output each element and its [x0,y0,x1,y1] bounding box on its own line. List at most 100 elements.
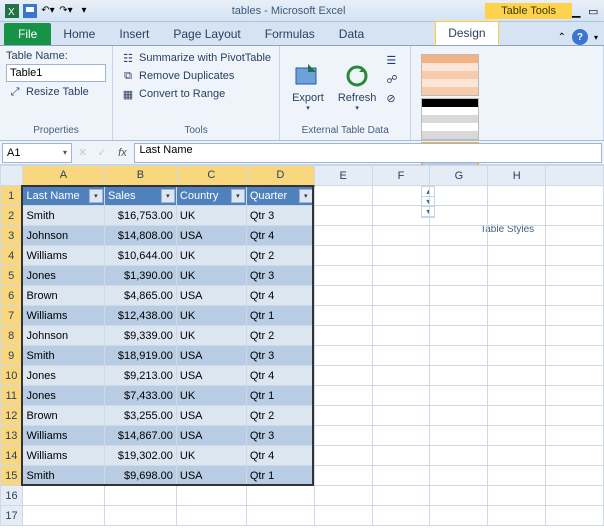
cell-quarter[interactable]: Qtr 2 [246,246,314,266]
cell-sales[interactable]: $4,865.00 [104,286,176,306]
col-header[interactable]: H [488,166,546,186]
cell-sales[interactable]: $9,213.00 [104,366,176,386]
grid[interactable]: A B C D E F G H 1 Last Name▾ Sales▾ Coun… [0,165,604,526]
cell-country[interactable]: USA [176,226,246,246]
table-column-header[interactable]: Quarter▾ [246,186,314,206]
tab-home[interactable]: Home [51,23,107,45]
col-header[interactable]: C [176,166,246,186]
row-header[interactable]: 2 [1,206,23,226]
cell-last-name[interactable]: Jones [22,386,104,406]
tab-page-layout[interactable]: Page Layout [161,23,252,45]
redo-icon[interactable]: ↷▾ [58,3,74,19]
cell-sales[interactable]: $16,753.00 [104,206,176,226]
cell-country[interactable]: USA [176,406,246,426]
help-icon[interactable]: ? [572,29,588,45]
cell-country[interactable]: UK [176,246,246,266]
row-header[interactable]: 8 [1,326,23,346]
minimize-ribbon-icon[interactable]: ⌃ [558,32,566,43]
row-header[interactable]: 1 [1,186,23,206]
cell-sales[interactable]: $18,919.00 [104,346,176,366]
cell-last-name[interactable]: Williams [22,446,104,466]
table-style-black[interactable] [421,98,479,140]
filter-dropdown-icon[interactable]: ▾ [231,189,245,203]
tab-formulas[interactable]: Formulas [253,23,327,45]
cell-country[interactable]: USA [176,346,246,366]
cell-country[interactable]: USA [176,366,246,386]
export-button[interactable]: Export▾ [286,50,330,123]
row-header[interactable]: 9 [1,346,23,366]
table-style-orange[interactable] [421,54,479,96]
cell-sales[interactable]: $12,438.00 [104,306,176,326]
col-header[interactable]: E [314,166,372,186]
cell-quarter[interactable]: Qtr 3 [246,266,314,286]
refresh-button[interactable]: Refresh▾ [332,50,383,123]
tab-data[interactable]: Data [327,23,376,45]
row-header[interactable]: 5 [1,266,23,286]
cell-quarter[interactable]: Qtr 2 [246,326,314,346]
cell-sales[interactable]: $14,867.00 [104,426,176,446]
cell-last-name[interactable]: Brown [22,406,104,426]
row-header[interactable]: 13 [1,426,23,446]
convert-to-range-button[interactable]: ▦Convert to Range [119,86,273,102]
cell-sales[interactable]: $14,808.00 [104,226,176,246]
filter-dropdown-icon[interactable]: ▾ [299,189,313,203]
row-header[interactable]: 16 [1,486,23,506]
cell-sales[interactable]: $19,302.00 [104,446,176,466]
cell-country[interactable]: UK [176,386,246,406]
row-header[interactable]: 4 [1,246,23,266]
cell-last-name[interactable]: Jones [22,266,104,286]
cell-sales[interactable]: $9,698.00 [104,466,176,486]
open-browser-icon[interactable]: ☍ [386,73,402,89]
save-icon[interactable] [22,3,38,19]
cancel-formula-icon[interactable]: ✕ [74,146,91,159]
cell-quarter[interactable]: Qtr 4 [246,446,314,466]
dropdown-icon[interactable]: ▾ [594,33,598,42]
cell-country[interactable]: UK [176,326,246,346]
row-header[interactable]: 17 [1,506,23,526]
cell-sales[interactable]: $7,433.00 [104,386,176,406]
remove-duplicates-button[interactable]: ⧉Remove Duplicates [119,68,273,84]
fx-icon[interactable]: fx [112,147,132,159]
row-header[interactable]: 7 [1,306,23,326]
formula-input[interactable]: Last Name [134,143,602,163]
cell-last-name[interactable]: Brown [22,286,104,306]
cell-sales[interactable]: $3,255.00 [104,406,176,426]
cell-quarter[interactable]: Qtr 2 [246,406,314,426]
col-header[interactable]: G [430,166,488,186]
cell-country[interactable]: USA [176,426,246,446]
tab-design[interactable]: Design [435,21,498,45]
filter-dropdown-icon[interactable]: ▾ [89,189,103,203]
unlink-icon[interactable]: ⊘ [386,92,402,108]
cell-last-name[interactable]: Johnson [22,226,104,246]
row-header[interactable]: 14 [1,446,23,466]
filter-dropdown-icon[interactable]: ▾ [161,189,175,203]
cell-sales[interactable]: $10,644.00 [104,246,176,266]
table-column-header[interactable]: Last Name▾ [22,186,104,206]
cell-quarter[interactable]: Qtr 3 [246,426,314,446]
cell-country[interactable]: UK [176,206,246,226]
qat-customize-icon[interactable]: ▾ [76,3,92,19]
row-header[interactable]: 6 [1,286,23,306]
name-box-dropdown-icon[interactable]: ▾ [63,148,67,157]
cell-sales[interactable]: $1,390.00 [104,266,176,286]
cell-country[interactable]: UK [176,306,246,326]
properties-icon[interactable]: ☰ [386,54,402,70]
name-box[interactable]: A1 ▾ [2,143,72,163]
cell-country[interactable]: UK [176,446,246,466]
cell-last-name[interactable]: Williams [22,426,104,446]
cell-quarter[interactable]: Qtr 4 [246,366,314,386]
cell-quarter[interactable]: Qtr 3 [246,346,314,366]
table-column-header[interactable]: Sales▾ [104,186,176,206]
cell-quarter[interactable]: Qtr 4 [246,226,314,246]
close-doc-icon[interactable]: ▭ [588,5,600,17]
cell-last-name[interactable]: Jones [22,366,104,386]
row-header[interactable]: 12 [1,406,23,426]
minimize-icon[interactable]: ▁ [572,5,584,17]
undo-icon[interactable]: ↶▾ [40,3,56,19]
select-all-corner[interactable] [1,166,23,186]
cell-quarter[interactable]: Qtr 1 [246,386,314,406]
table-name-input[interactable] [6,64,106,82]
excel-icon[interactable]: X [4,3,20,19]
summarize-pivot-button[interactable]: ☷Summarize with PivotTable [119,50,273,66]
row-header[interactable]: 10 [1,366,23,386]
